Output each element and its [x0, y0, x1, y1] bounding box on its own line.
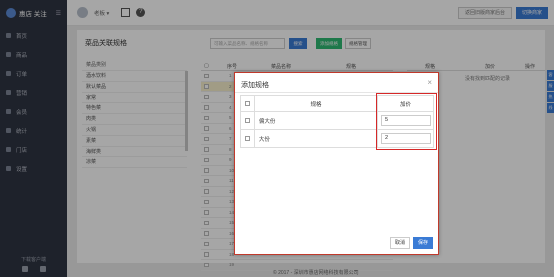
- spec-name: 偏大份: [253, 111, 379, 130]
- checkbox[interactable]: [244, 117, 250, 123]
- price-column-highlight: [376, 93, 437, 150]
- row-checkbox-cell[interactable]: [240, 129, 255, 148]
- add-spec-dialog: 添加规格 × 规格 加价 偏大份 5 大份 2 取消 保存: [234, 72, 439, 255]
- col-spec: 规格: [253, 95, 379, 112]
- select-all-checkbox[interactable]: [240, 95, 255, 112]
- spec-name: 大份: [253, 129, 379, 148]
- close-icon[interactable]: ×: [427, 78, 432, 87]
- checkbox[interactable]: [244, 135, 250, 141]
- row-checkbox-cell[interactable]: [240, 111, 255, 130]
- checkbox[interactable]: [244, 100, 250, 106]
- save-button[interactable]: 保存: [413, 237, 433, 249]
- dialog-title: 添加规格: [241, 82, 269, 89]
- cancel-button[interactable]: 取消: [390, 237, 410, 249]
